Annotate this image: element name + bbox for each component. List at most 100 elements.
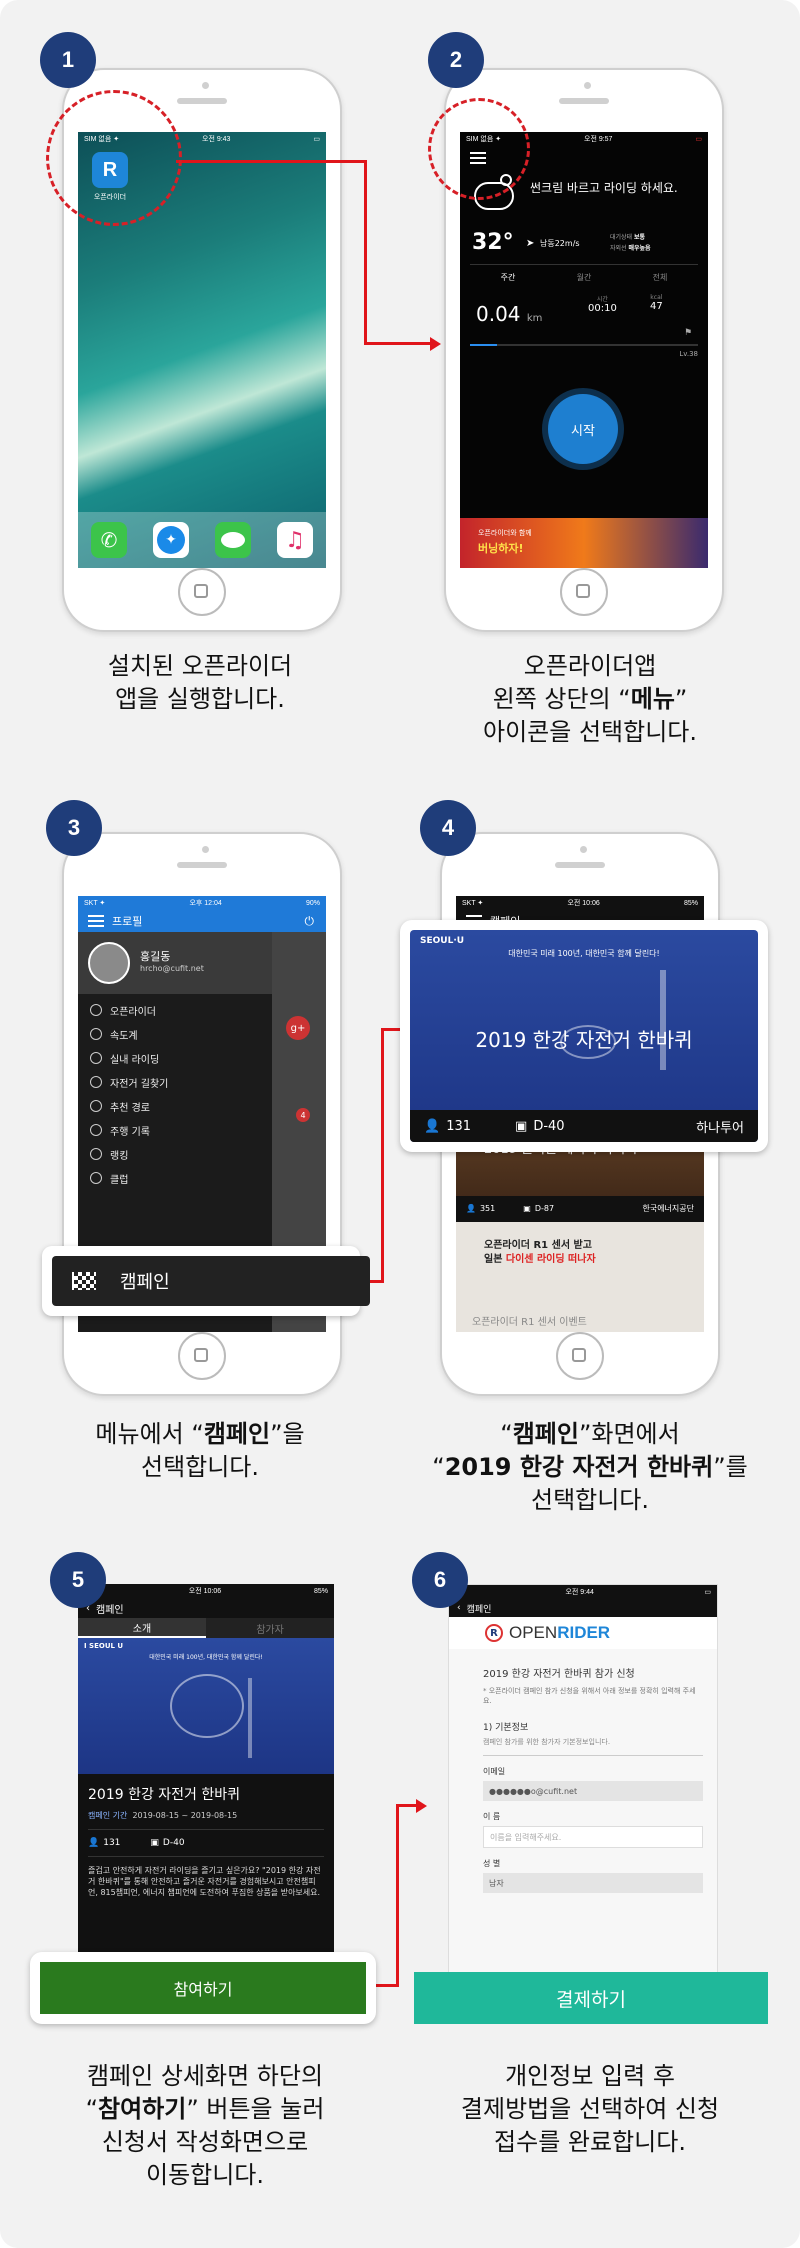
person-icon: 👤 bbox=[88, 1838, 100, 1848]
status-bar: 오전 9:44 ▭ bbox=[449, 1585, 717, 1599]
start-button[interactable]: 시작 bbox=[548, 394, 618, 464]
campaign-card-hangang-callout[interactable]: SEOUL·U 대한민국 미래 100년, 대한민국 함께 달린다! 2019 … bbox=[400, 920, 768, 1152]
clock: 오전 9:43 bbox=[202, 136, 231, 143]
distance: 0.04 km bbox=[476, 302, 542, 326]
caption-bold: 메뉴 bbox=[630, 685, 675, 713]
menu-item-routes[interactable]: 추천 경로 bbox=[78, 1094, 272, 1118]
kcal-label: kcal bbox=[650, 294, 663, 301]
hangang-card[interactable]: SEOUL·U 대한민국 미래 100년, 대한민국 함께 달린다! 2019 … bbox=[410, 930, 758, 1142]
caption-5: 캠페인 상세화면 하단의 “참여하기” 버튼을 눌러 신청서 작성화면으로 이동… bbox=[40, 2060, 370, 2192]
menu-label: 오픈라이더 bbox=[110, 1006, 156, 1018]
menu-item-indoor[interactable]: 실내 라이딩 bbox=[78, 1046, 272, 1070]
tab-participants[interactable]: 참가자 bbox=[206, 1618, 334, 1638]
caption-1: 설치된 오픈라이더 앱을 실행합니다. bbox=[60, 650, 340, 716]
step-number: 4 bbox=[441, 815, 455, 840]
tab-monthly[interactable]: 월간 bbox=[577, 272, 592, 283]
safari-app-icon[interactable]: ✦ bbox=[153, 522, 189, 558]
battery: 85% bbox=[683, 899, 698, 907]
carrier: SKT ✦ bbox=[84, 900, 106, 907]
divider bbox=[483, 1755, 703, 1756]
phone-speaker bbox=[177, 862, 227, 868]
banner-text: 오픈라이더와 함께 bbox=[478, 529, 532, 537]
name-label: 이 름 bbox=[483, 1812, 501, 1821]
form-note: * 오픈라이더 캠페인 참가 신청을 위해서 아래 정보를 정확히 입력해 주세… bbox=[483, 1687, 696, 1705]
phone-camera bbox=[202, 82, 209, 89]
openrider-logo-icon: R bbox=[485, 1624, 503, 1642]
join-button-callout[interactable]: 참여하기 bbox=[30, 1952, 376, 2024]
tab-total[interactable]: 전체 bbox=[653, 272, 668, 283]
home-button[interactable] bbox=[556, 1332, 604, 1380]
menu-item-club[interactable]: 클럽 bbox=[78, 1166, 272, 1190]
campaign-card-r1[interactable]: 오픈라이더 R1 센서 받고 일본 다이센 라이딩 떠나자 오픈라이더 R1 센… bbox=[456, 1222, 704, 1332]
distance-unit: km bbox=[526, 313, 543, 324]
home-button[interactable] bbox=[178, 1332, 226, 1380]
menu-item-ranking[interactable]: 랭킹 bbox=[78, 1142, 272, 1166]
step-badge-4: 4 bbox=[420, 800, 476, 856]
step-badge-6: 6 bbox=[412, 1552, 468, 1608]
home-button[interactable] bbox=[178, 568, 226, 616]
caption-line: 캠페인 상세화면 하단의 bbox=[86, 2062, 324, 2090]
back-arrow-icon[interactable]: ‹ bbox=[457, 1603, 461, 1613]
arrow-head-icon bbox=[416, 1799, 427, 1813]
tab-intro[interactable]: 소개 bbox=[78, 1618, 206, 1638]
battery: 85% bbox=[313, 1587, 328, 1595]
clock: 오후 12:04 bbox=[189, 900, 222, 907]
tab-weekly[interactable]: 주간 bbox=[501, 272, 516, 283]
menu-label: 추천 경로 bbox=[110, 1102, 150, 1114]
arrow-line bbox=[376, 1984, 398, 1987]
air-value: 보통 bbox=[634, 234, 646, 241]
period-tabs: 주간 월간 전체 bbox=[470, 272, 698, 283]
d-day: D-40 bbox=[533, 1118, 565, 1134]
divider bbox=[88, 1856, 324, 1857]
menu-icon[interactable] bbox=[88, 915, 104, 927]
bar-chart-icon bbox=[90, 1124, 102, 1136]
arrow-line bbox=[396, 1804, 418, 1807]
menu-item-directions[interactable]: 자전거 길찾기 bbox=[78, 1070, 272, 1094]
trophy-icon bbox=[90, 1148, 102, 1160]
caption-text: “ bbox=[432, 1453, 445, 1481]
caption-line: 설치된 오픈라이더 bbox=[107, 652, 293, 680]
detail-banner: I SEOUL U 대한민국 미래 100년, 대한민국 함께 달린다! bbox=[78, 1638, 334, 1774]
name-field[interactable]: 이름을 입력해주세요. bbox=[483, 1826, 703, 1848]
home-button[interactable] bbox=[560, 568, 608, 616]
arrow-line bbox=[396, 1804, 399, 1987]
period-value: 2019-08-15 ~ 2019-08-15 bbox=[132, 1811, 238, 1820]
messages-app-icon[interactable] bbox=[215, 522, 251, 558]
user-name: 홍길동 bbox=[140, 950, 171, 963]
card-title: 2019 한강 자전거 한바퀴 bbox=[475, 1028, 693, 1052]
caption-text: ” 버튼을 눌러 bbox=[186, 2095, 325, 2123]
email-field[interactable]: ●●●●●●o@cufit.net bbox=[483, 1781, 703, 1801]
checkered-flag-icon bbox=[72, 1272, 96, 1290]
caption-bold: 캠페인 bbox=[203, 1420, 271, 1448]
gender-select[interactable]: 남자 bbox=[483, 1873, 703, 1893]
status-bar: T ✦오전 10:0685% bbox=[78, 1584, 334, 1598]
caption-text: ”을 bbox=[270, 1420, 305, 1448]
house-icon bbox=[90, 1052, 102, 1064]
promo-banner[interactable]: 오픈라이더와 함께 버닝하자! bbox=[460, 518, 708, 568]
uv-value: 매우높음 bbox=[628, 245, 651, 252]
organizer: 한국에너지공단 bbox=[642, 1203, 694, 1213]
campaign-menu-item[interactable]: 캠페인 bbox=[52, 1256, 370, 1306]
badge-count: 4 bbox=[300, 1110, 306, 1120]
card-text: 일본 다이센 라이딩 떠나자 bbox=[484, 1250, 596, 1265]
caption-line: 접수를 완료합니다. bbox=[494, 2128, 686, 2156]
phone-app-icon[interactable]: ✆ bbox=[91, 522, 127, 558]
campaign-callout[interactable]: 캠페인 bbox=[42, 1246, 370, 1316]
gender-value: 남자 bbox=[489, 1878, 504, 1888]
time-stat: 시간 00:10 bbox=[588, 294, 617, 314]
menu-item-history[interactable]: 주행 기록 bbox=[78, 1118, 272, 1142]
header-title: 프로필 bbox=[112, 915, 143, 928]
phone-speaker bbox=[177, 98, 227, 104]
pay-button[interactable]: 결제하기 bbox=[414, 1972, 768, 2024]
music-app-icon[interactable]: ♫ bbox=[277, 522, 313, 558]
caption-text: ”를 bbox=[713, 1453, 748, 1481]
avatar[interactable] bbox=[88, 942, 130, 984]
power-icon[interactable]: ⏻ bbox=[305, 914, 315, 929]
google-plus-icon[interactable]: g+ bbox=[286, 1016, 310, 1040]
phone-camera bbox=[202, 846, 209, 853]
time-value: 00:10 bbox=[588, 303, 617, 314]
menu-item-speedometer[interactable]: 속도계 bbox=[78, 1022, 272, 1046]
join-button[interactable]: 참여하기 bbox=[40, 1962, 366, 2014]
arrow-line bbox=[176, 160, 366, 163]
menu-item-openrider[interactable]: 오픈라이더 bbox=[78, 998, 272, 1022]
